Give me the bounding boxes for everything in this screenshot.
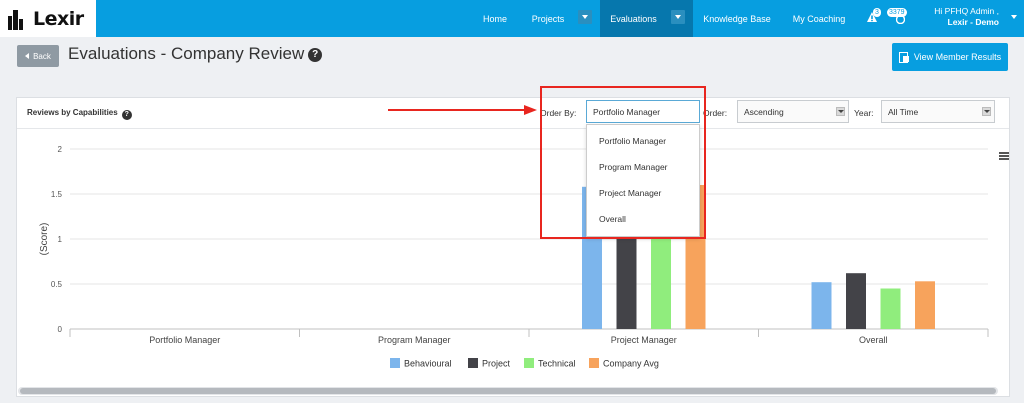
bar-company-avg: [915, 281, 935, 329]
legend-label: Behavioural: [404, 359, 452, 369]
legend-label: Project: [482, 359, 511, 369]
legend-swatch: [589, 358, 599, 368]
y-tick-label: 1: [58, 235, 63, 244]
x-tick-label: Project Manager: [611, 335, 677, 345]
y-tick-label: 1.5: [51, 190, 63, 199]
annotation-highlight-box: [540, 86, 706, 239]
y-tick-label: 2: [58, 145, 63, 154]
y-tick-label: 0: [58, 325, 63, 334]
chart-menu-icon[interactable]: [999, 152, 1009, 160]
legend-label: Company Avg: [603, 359, 659, 369]
legend-swatch: [390, 358, 400, 368]
bar-technical: [880, 288, 901, 329]
x-tick-label: Portfolio Manager: [149, 335, 220, 345]
x-tick-label: Program Manager: [378, 335, 451, 345]
y-axis-label: (Score): [39, 223, 50, 256]
annotation-arrow-icon: [388, 105, 537, 115]
x-tick-label: Overall: [859, 335, 888, 345]
y-tick-label: 0.5: [51, 280, 63, 289]
scrollbar-thumb[interactable]: [20, 388, 996, 394]
legend-swatch: [524, 358, 534, 368]
legend-swatch: [468, 358, 478, 368]
legend-label: Technical: [538, 359, 576, 369]
capabilities-chart: 0 0.5 1 1.5 2 (Score) Portfolio Manager Program…: [39, 145, 989, 369]
bar-project: [846, 273, 866, 329]
bar-behavioural: [811, 282, 832, 329]
